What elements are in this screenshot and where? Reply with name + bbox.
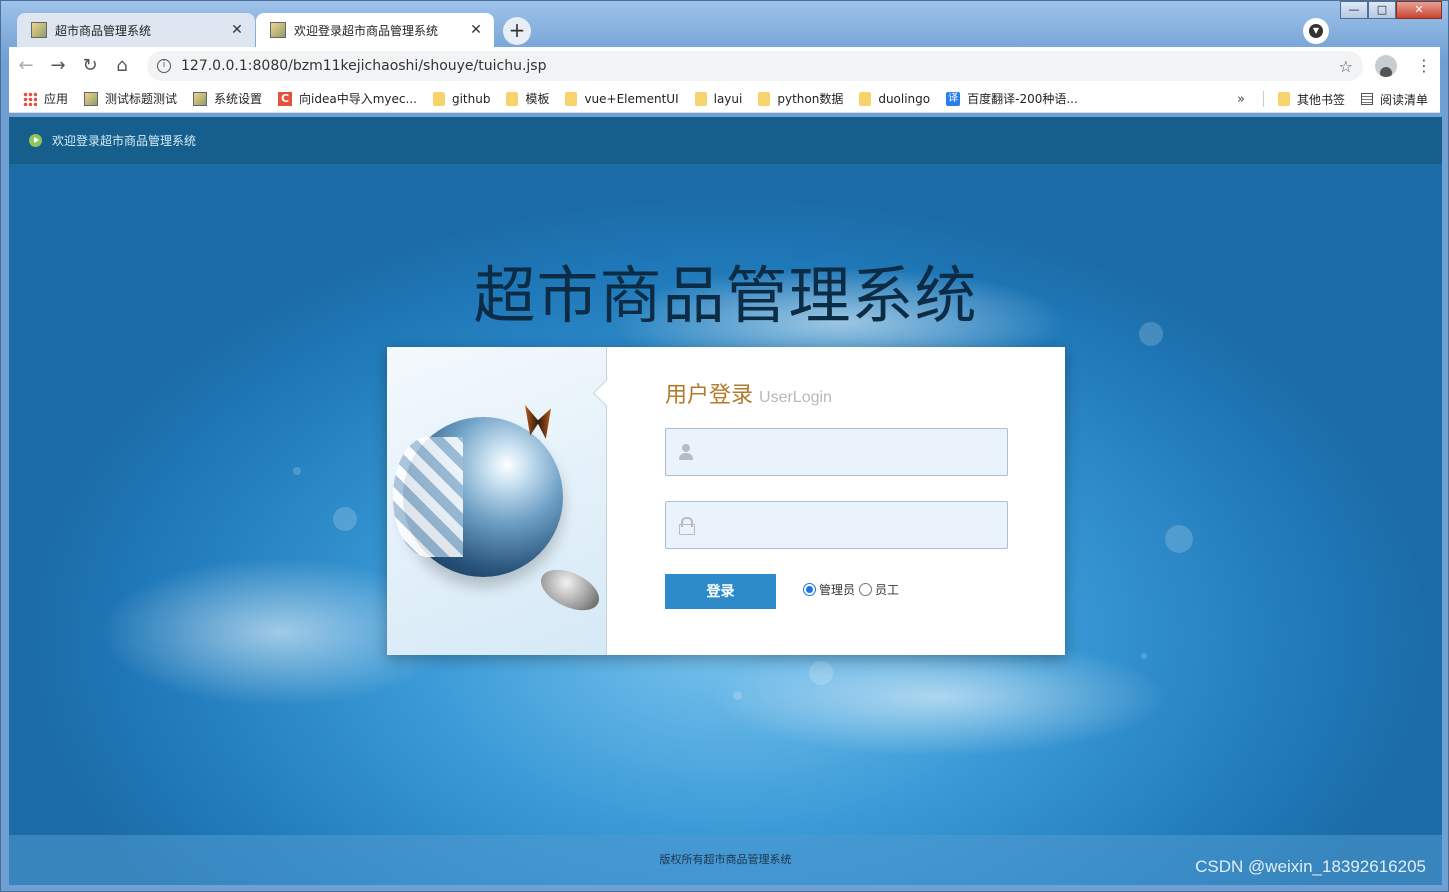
bookmark-vue-elementui[interactable]: vue+ElementUI: [565, 91, 679, 106]
forward-button[interactable]: →: [43, 51, 73, 81]
bookmark-apps[interactable]: 应用: [23, 90, 68, 107]
bookmark-templates[interactable]: 模板: [506, 90, 549, 107]
csdn-icon: C: [278, 91, 293, 106]
bookmarks-bar: 应用 测试标题测试 系统设置 C 向idea中导入myec... github 模…: [9, 85, 1440, 113]
reading-list-button[interactable]: 阅读清单: [1360, 91, 1428, 108]
page-icon: [84, 91, 99, 106]
avatar-icon: [1375, 55, 1397, 77]
bookmark-github[interactable]: github: [432, 91, 490, 106]
profile-button[interactable]: [1371, 51, 1401, 81]
login-heading-zh: 用户登录: [665, 383, 754, 408]
folder-icon: [1277, 92, 1290, 106]
tab-close-icon[interactable]: ✕: [468, 22, 484, 38]
login-heading: 用户登录 UserLogin: [665, 377, 832, 409]
lock-icon: [678, 517, 695, 535]
folder-icon: [694, 91, 707, 106]
role-staff-radio[interactable]: [859, 583, 873, 596]
bookmark-baidu-translate[interactable]: 译百度翻译-200种语...: [946, 90, 1078, 107]
page-favicon-icon: [31, 22, 47, 38]
divider: [1262, 91, 1264, 107]
bookmark-system-settings[interactable]: 系统设置: [193, 90, 262, 107]
bookmark-layui[interactable]: layui: [694, 91, 742, 106]
username-input[interactable]: [702, 429, 1007, 475]
bookmark-star-icon[interactable]: ☆: [1339, 57, 1353, 76]
username-field[interactable]: [665, 428, 1008, 476]
system-title: 超市商品管理系统: [473, 259, 978, 332]
computer-mouse-icon: [534, 561, 606, 619]
bookmark-duolingo[interactable]: duolingo: [859, 91, 930, 106]
tab-search-button[interactable]: ▼: [1303, 18, 1329, 44]
bookmark-idea-import[interactable]: C 向idea中导入myec...: [278, 90, 417, 107]
folder-icon: [758, 91, 771, 106]
folder-icon: [506, 91, 519, 106]
reading-list-icon: [1360, 93, 1373, 105]
background-bokeh: [1165, 525, 1193, 553]
folder-icon: [432, 91, 445, 106]
home-button[interactable]: ⌂: [107, 51, 137, 81]
url-text[interactable]: 127.0.0.1:8080/bzm11kejichaoshi/shouye/t…: [181, 58, 1339, 74]
bookmark-python-data[interactable]: python数据: [758, 90, 843, 107]
page-viewport: 欢迎登录超市商品管理系统 超市商品管理系统 用户登录 UserLogin 登录 …: [9, 117, 1442, 885]
login-heading-en: UserLogin: [759, 389, 832, 406]
role-radio-group: 管理员 员工: [803, 581, 903, 598]
globe-puzzle-icon: [393, 417, 563, 577]
login-form: 用户登录 UserLogin 登录 管理员 员工: [665, 347, 1045, 655]
role-admin-radio[interactable]: [803, 583, 816, 596]
page-icon: [193, 91, 208, 106]
site-info-icon[interactable]: i: [157, 59, 171, 73]
chevron-down-icon: ▼: [1309, 24, 1323, 38]
welcome-text: 欢迎登录超市商品管理系统: [52, 134, 197, 148]
background-bokeh: [293, 467, 301, 475]
background-bokeh: [333, 507, 357, 531]
background-bokeh: [1141, 653, 1147, 659]
background-bokeh: [733, 691, 742, 700]
role-admin-label[interactable]: 管理员: [819, 581, 855, 598]
bookmark-test-title[interactable]: 测试标题测试: [84, 90, 177, 107]
bookmarks-bar-right: » 其他书签 阅读清单: [1237, 85, 1428, 113]
card-notch: [592, 378, 622, 408]
page-header-bar: 欢迎登录超市商品管理系统: [9, 117, 1442, 164]
browser-window: — □ ✕ 超市商品管理系统 ✕ 欢迎登录超市商品管理系统 ✕ + ▼ ← → …: [0, 0, 1449, 892]
folder-icon: [565, 91, 578, 106]
tab-supermarket-system[interactable]: 超市商品管理系统 ✕: [17, 13, 255, 47]
bookmark-other[interactable]: 其他书签: [1277, 91, 1345, 108]
login-card: 用户登录 UserLogin 登录 管理员 员工: [387, 347, 1065, 655]
password-field[interactable]: [665, 501, 1008, 549]
more-bookmarks-button[interactable]: »: [1237, 92, 1245, 107]
background-cloud: [709, 637, 1169, 757]
csdn-watermark: CSDN @weixin_18392616205: [1195, 857, 1426, 876]
new-tab-button[interactable]: +: [503, 17, 531, 45]
background-bokeh: [809, 661, 833, 685]
password-input[interactable]: [702, 502, 1007, 548]
page-favicon-icon: [270, 22, 286, 38]
apps-icon: [23, 91, 37, 106]
login-illustration: [387, 347, 622, 655]
browser-menu-button[interactable]: ⋮: [1409, 51, 1439, 81]
play-icon: [29, 134, 42, 147]
tab-strip: 超市商品管理系统 ✕ 欢迎登录超市商品管理系统 ✕ + ▼: [9, 13, 1439, 47]
reload-button[interactable]: ↻: [75, 51, 105, 81]
browser-toolbar: ← → ↻ ⌂ i 127.0.0.1:8080/bzm11kejichaosh…: [9, 47, 1440, 85]
translate-icon: 译: [946, 91, 961, 106]
tab-title: 欢迎登录超市商品管理系统: [294, 23, 439, 38]
login-button[interactable]: 登录: [665, 574, 776, 609]
folder-icon: [859, 91, 872, 106]
role-staff-label[interactable]: 员工: [875, 581, 899, 598]
address-bar[interactable]: i 127.0.0.1:8080/bzm11kejichaoshi/shouye…: [147, 51, 1363, 81]
back-button[interactable]: ←: [11, 51, 41, 81]
tab-close-icon[interactable]: ✕: [229, 22, 245, 38]
user-icon: [678, 444, 694, 460]
tab-title: 超市商品管理系统: [55, 23, 152, 38]
tab-welcome-login[interactable]: 欢迎登录超市商品管理系统 ✕: [256, 13, 494, 47]
